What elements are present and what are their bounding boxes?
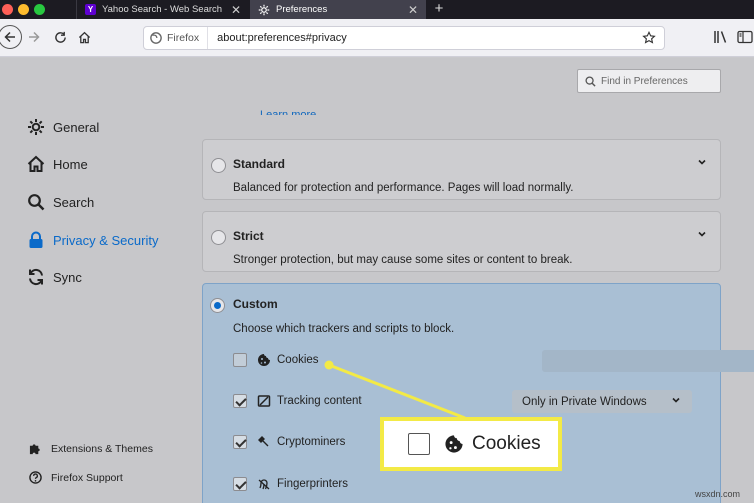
chevron-down-icon[interactable] bbox=[697, 158, 707, 166]
lock-icon bbox=[29, 231, 43, 248]
tab-yahoo-search[interactable]: Y Yahoo Search - Web Search ✕ bbox=[76, 0, 249, 19]
tab-title: Preferences bbox=[276, 4, 328, 15]
callout-label: Cookies bbox=[472, 433, 541, 454]
cookies-select[interactable] bbox=[542, 350, 754, 372]
fingerprint-icon bbox=[258, 479, 270, 490]
cookies-option[interactable]: Cookies bbox=[233, 353, 319, 367]
reload-icon bbox=[54, 31, 66, 43]
forward-arrow-icon bbox=[29, 31, 40, 43]
window-close-button[interactable] bbox=[2, 4, 13, 15]
sidebar-item-sync[interactable]: Sync bbox=[27, 267, 82, 287]
find-placeholder: Find in Preferences bbox=[601, 75, 688, 87]
sidebar-item-label: Sync bbox=[53, 269, 82, 285]
url-bar[interactable]: Firefox about:preferences#privacy bbox=[143, 26, 665, 50]
tracking-content-checkbox[interactable] bbox=[233, 394, 247, 408]
cryptominer-icon bbox=[258, 436, 269, 447]
site-identity[interactable]: Firefox bbox=[144, 27, 209, 49]
gear-icon bbox=[258, 4, 270, 15]
sidebar-item-label: General bbox=[53, 119, 100, 135]
puzzle-icon bbox=[29, 444, 40, 455]
sidebar-item-label: Privacy & Security bbox=[53, 232, 159, 248]
forward-button[interactable] bbox=[24, 27, 44, 47]
option-label: Tracking content bbox=[277, 395, 362, 407]
sidebar-footer-label: Extensions & Themes bbox=[51, 442, 153, 455]
home-icon bbox=[78, 31, 90, 43]
option-label: Cookies bbox=[277, 354, 319, 366]
callout-checkbox bbox=[408, 433, 430, 455]
new-tab-button[interactable]: + bbox=[432, 0, 446, 19]
strict-radio[interactable] bbox=[211, 230, 226, 245]
yahoo-icon: Y bbox=[85, 4, 96, 15]
protection-standard-card[interactable]: Standard Balanced for protection and per… bbox=[202, 139, 721, 200]
tracking-icon bbox=[257, 395, 271, 407]
find-in-preferences[interactable]: Find in Preferences bbox=[577, 69, 721, 93]
watermark: wsxdn.com bbox=[695, 489, 741, 499]
sidebar-item-privacy-security[interactable]: Privacy & Security bbox=[27, 230, 158, 250]
card-description: Balanced for protection and performance.… bbox=[233, 182, 574, 194]
cryptominers-checkbox[interactable] bbox=[233, 435, 247, 449]
sidebar-item-label: Search bbox=[53, 194, 95, 210]
custom-radio[interactable] bbox=[210, 298, 225, 313]
chevron-down-icon bbox=[672, 397, 680, 403]
back-arrow-icon bbox=[4, 31, 15, 43]
standard-radio[interactable] bbox=[211, 158, 226, 173]
preferences-content: Find in Preferences General Home Search … bbox=[0, 58, 754, 503]
protection-strict-card[interactable]: Strict Stronger protection, but may caus… bbox=[202, 211, 721, 272]
tab-preferences[interactable]: Preferences ✕ bbox=[250, 0, 426, 19]
fingerprinters-checkbox[interactable] bbox=[233, 477, 247, 491]
sidebar-footer-label: Firefox Support bbox=[51, 471, 123, 484]
close-tab-icon[interactable]: ✕ bbox=[229, 3, 243, 17]
card-description: Stronger protection, but may cause some … bbox=[233, 254, 573, 266]
identity-label: Firefox bbox=[167, 32, 200, 44]
help-icon bbox=[29, 471, 42, 484]
sidebar-item-label: Home bbox=[53, 156, 88, 172]
fingerprinters-option[interactable]: Fingerprinters bbox=[233, 477, 348, 491]
cookie-icon bbox=[258, 354, 270, 366]
url-text[interactable]: about:preferences#privacy bbox=[208, 32, 642, 44]
home-icon bbox=[27, 155, 45, 172]
card-title: Standard bbox=[233, 157, 286, 171]
sidebar-toggle-icon[interactable] bbox=[737, 30, 753, 44]
select-value: Only in Private Windows bbox=[522, 395, 647, 408]
nav-bar: Firefox about:preferences#privacy bbox=[0, 19, 754, 57]
option-label: Fingerprinters bbox=[277, 478, 348, 490]
library-icon[interactable] bbox=[713, 30, 729, 44]
chevron-down-icon[interactable] bbox=[697, 230, 707, 238]
card-title: Custom bbox=[233, 297, 278, 311]
gear-icon bbox=[28, 119, 44, 135]
home-button[interactable] bbox=[74, 27, 94, 47]
search-icon bbox=[585, 75, 596, 87]
card-description: Choose which trackers and scripts to blo… bbox=[233, 323, 455, 335]
tab-title: Yahoo Search - Web Search bbox=[102, 4, 223, 15]
sidebar-item-home[interactable]: Home bbox=[27, 154, 88, 174]
close-tab-icon[interactable]: ✕ bbox=[406, 3, 420, 17]
sidebar-item-search[interactable]: Search bbox=[27, 192, 94, 212]
back-button[interactable] bbox=[0, 25, 22, 49]
learn-more-link[interactable]: Learn more bbox=[260, 106, 316, 115]
tracking-content-select[interactable]: Only in Private Windows bbox=[512, 390, 692, 413]
cryptominers-option[interactable]: Cryptominers bbox=[233, 435, 345, 449]
tab-bar: Y Yahoo Search - Web Search ✕ Preference… bbox=[0, 0, 754, 19]
sidebar-extensions-themes[interactable]: Extensions & Themes bbox=[29, 442, 153, 455]
cookie-icon bbox=[445, 435, 463, 453]
bookmark-star-icon[interactable] bbox=[642, 31, 656, 45]
search-icon bbox=[28, 194, 45, 211]
window-maximize-button[interactable] bbox=[34, 4, 45, 15]
reload-button[interactable] bbox=[50, 27, 70, 47]
sidebar-firefox-support[interactable]: Firefox Support bbox=[29, 471, 123, 484]
option-label: Cryptominers bbox=[277, 436, 346, 448]
card-title: Strict bbox=[233, 229, 264, 243]
tracking-content-option[interactable]: Tracking content bbox=[233, 394, 362, 408]
window-minimize-button[interactable] bbox=[18, 4, 29, 15]
firefox-icon bbox=[150, 32, 162, 44]
sidebar-item-general[interactable]: General bbox=[27, 117, 99, 137]
cookies-checkbox[interactable] bbox=[233, 353, 247, 367]
cookies-callout: Cookies bbox=[380, 417, 562, 471]
sync-icon bbox=[29, 268, 43, 286]
